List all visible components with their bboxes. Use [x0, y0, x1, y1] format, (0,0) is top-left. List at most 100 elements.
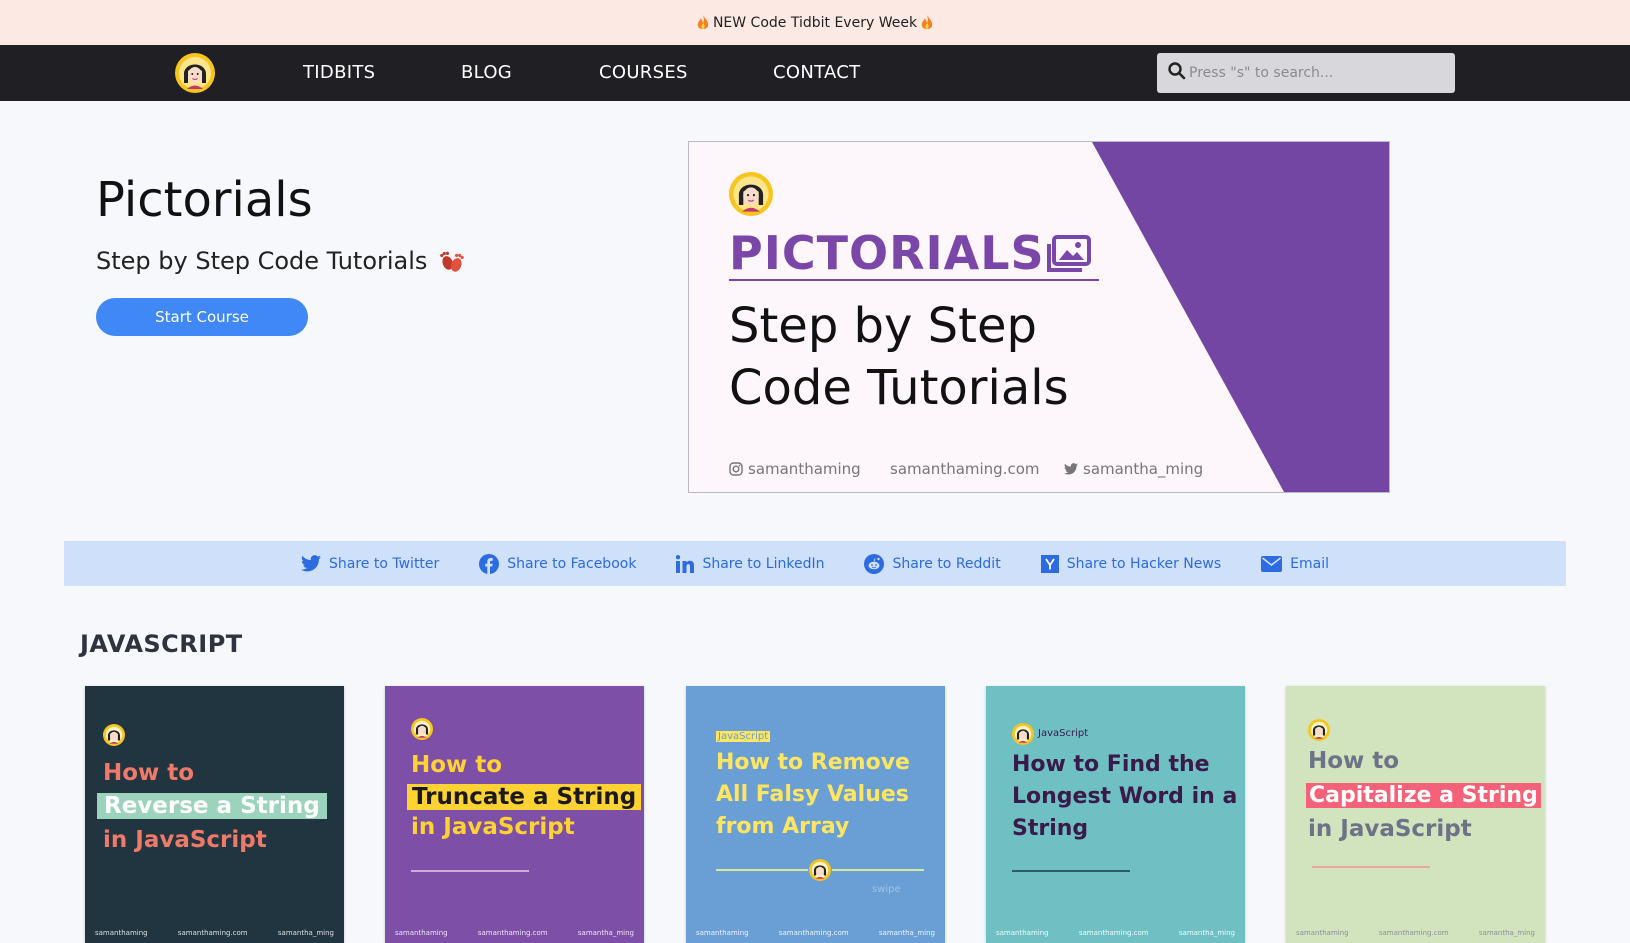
announcement-text[interactable]: NEW Code Tidbit Every Week [713, 15, 917, 31]
pictorials-banner: PICTORIALS Step by Step Code Tutorials s… [688, 141, 1390, 493]
facebook-icon [479, 553, 500, 574]
card-footer-twitter: samantha_ming [277, 929, 334, 937]
share-facebook-label: Share to Facebook [507, 555, 637, 572]
card-truncate-string[interactable]: How to Truncate a String in JavaScript s… [385, 686, 644, 943]
banner-instagram-handle: samanthaming [748, 460, 861, 478]
nav-link-contact[interactable]: CONTACT [773, 45, 860, 101]
card-footer-twitter: samantha_ming [1178, 929, 1235, 937]
card-avatar-icon [411, 718, 433, 740]
share-reddit-label: Share to Reddit [892, 555, 1001, 572]
fire-icon [697, 14, 709, 29]
nav-link-courses[interactable]: COURSES [599, 45, 688, 101]
share-linkedin-button[interactable]: Share to LinkedIn [676, 554, 824, 573]
card-footer-instagram: samanthaming [996, 929, 1049, 937]
footprints-icon [440, 251, 465, 272]
card-line-1: How to Find the [1012, 752, 1210, 777]
card-footer-instagram: samanthaming [1296, 929, 1349, 937]
card-rule [832, 869, 924, 871]
card-line-3: in JavaScript [103, 827, 267, 853]
card-footer-website: samanthaming.com [778, 929, 849, 937]
card-line-2: Longest Word in a [1012, 784, 1238, 809]
announcement-bar: NEW Code Tidbit Every Week [0, 0, 1630, 45]
card-highlight: Truncate a String [407, 784, 642, 810]
banner-instagram: samanthaming [729, 460, 861, 478]
banner-website-text: samanthaming.com [890, 460, 1040, 478]
card-reverse-string[interactable]: How to Reverse a String in JavaScript sa… [85, 686, 344, 943]
card-rule [411, 870, 529, 872]
card-longest-word[interactable]: JavaScript How to Find the Longest Word … [986, 686, 1245, 943]
subtitle-text: Step by Step Code Tutorials [96, 247, 428, 275]
linkedin-icon [676, 554, 695, 573]
card-line-1: How to Remove [716, 750, 910, 775]
card-line-1: How to [1308, 748, 1400, 774]
card-line-2: All Falsy Values [716, 782, 909, 807]
card-footer: samanthaming samanthaming.com samantha_m… [395, 929, 634, 937]
page-subtitle: Step by Step Code Tutorials [96, 246, 467, 276]
card-footer-twitter: samantha_ming [878, 929, 935, 937]
share-hackernews-button[interactable]: Share to Hacker News [1040, 554, 1222, 573]
share-facebook-button[interactable]: Share to Facebook [479, 553, 637, 574]
card-footer-instagram: samanthaming [95, 929, 148, 937]
search-icon [1168, 62, 1186, 80]
card-tag: JavaScript [1038, 728, 1089, 739]
logo-avatar-icon[interactable] [175, 53, 215, 93]
card-tag: JavaScript [716, 731, 771, 742]
share-twitter-label: Share to Twitter [329, 555, 440, 572]
card-line-3: from Array [716, 814, 850, 839]
top-navigation: TIDBITS BLOG COURSES CONTACT [0, 45, 1630, 101]
twitter-icon [301, 555, 322, 572]
card-footer-website: samanthaming.com [177, 929, 248, 937]
card-rule [1012, 870, 1130, 872]
instagram-icon [729, 462, 743, 476]
card-line-1: How to [411, 752, 503, 778]
banner-avatar-icon [729, 172, 773, 216]
card-rule [1312, 866, 1430, 868]
banner-twitter: samantha_ming [1064, 460, 1203, 478]
image-icon [1047, 235, 1091, 272]
card-avatar-icon [103, 724, 125, 746]
start-course-button[interactable]: Start Course [96, 298, 308, 336]
banner-heading: PICTORIALS [729, 226, 1045, 280]
twitter-icon [1064, 463, 1078, 475]
card-highlight: Reverse a String [97, 793, 327, 819]
card-footer-instagram: samanthaming [395, 929, 448, 937]
share-email-button[interactable]: Email [1261, 555, 1329, 572]
share-twitter-button[interactable]: Share to Twitter [301, 555, 439, 572]
card-footer: samanthaming samanthaming.com samantha_m… [996, 929, 1235, 937]
card-line-3: in JavaScript [1308, 816, 1472, 842]
card-line-3: in JavaScript [411, 814, 575, 840]
card-footer: samanthaming samanthaming.com samantha_m… [1296, 929, 1535, 937]
share-reddit-button[interactable]: Share to Reddit [864, 553, 1001, 574]
search-input[interactable] [1189, 53, 1449, 93]
card-footer: samanthaming samanthaming.com samantha_m… [696, 929, 935, 937]
share-bar: Share to Twitter Share to Facebook Share… [64, 541, 1566, 586]
card-footer: samanthaming samanthaming.com samantha_m… [95, 929, 334, 937]
card-line-3: String [1012, 816, 1089, 841]
card-footer-twitter: samantha_ming [577, 929, 634, 937]
page-title: Pictorials [96, 172, 313, 228]
card-rule [716, 869, 808, 871]
banner-underline [729, 279, 1099, 281]
card-footer-website: samanthaming.com [477, 929, 548, 937]
hackernews-icon [1040, 554, 1059, 573]
share-hackernews-label: Share to Hacker News [1066, 555, 1222, 572]
card-avatar-icon [1308, 719, 1330, 741]
card-footer-website: samanthaming.com [1078, 929, 1149, 937]
nav-link-tidbits[interactable]: TIDBITS [303, 45, 375, 101]
banner-headline: Step by Step Code Tutorials [729, 295, 1169, 419]
section-title-javascript: JAVASCRIPT [80, 630, 243, 658]
share-email-label: Email [1290, 555, 1329, 572]
search-box [1157, 53, 1455, 93]
card-footer-twitter: samantha_ming [1478, 929, 1535, 937]
reddit-icon [864, 553, 885, 574]
banner-website: samanthaming.com [890, 460, 1040, 478]
card-footer-website: samanthaming.com [1378, 929, 1449, 937]
card-avatar-icon [1012, 723, 1034, 745]
banner-headline-line2: Code Tutorials [729, 360, 1069, 416]
card-footer-instagram: samanthaming [696, 929, 749, 937]
card-avatar-icon [809, 859, 831, 881]
card-remove-falsy[interactable]: JavaScript How to Remove All Falsy Value… [686, 686, 945, 943]
card-capitalize-string[interactable]: How to Capitalize a String in JavaScript… [1286, 686, 1545, 943]
nav-link-blog[interactable]: BLOG [461, 45, 512, 101]
fire-icon [921, 14, 933, 29]
